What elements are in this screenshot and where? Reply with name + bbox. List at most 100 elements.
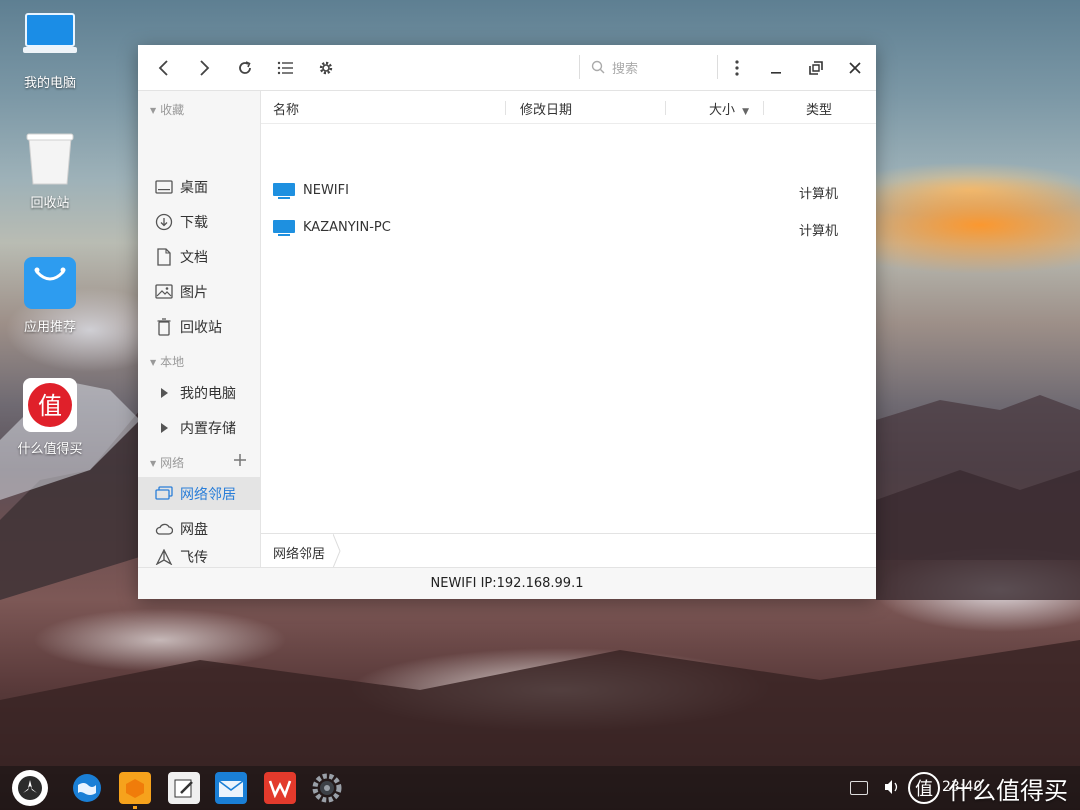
sidebar-item-label: 飞传 [180,550,208,566]
svg-text:值: 值 [915,779,933,800]
forward-button[interactable] [191,55,217,81]
column-header-type[interactable]: 类型 [806,99,832,118]
column-header-modified[interactable]: 修改日期 [520,99,572,118]
shopping-bag-icon [23,256,77,310]
notes-icon [174,779,193,798]
svg-text:值: 值 [38,392,62,420]
smzdm-logo-icon: 值 [23,378,77,432]
file-row[interactable]: NEWIFI 计算机 [261,175,876,207]
search-placeholder: 搜索 [612,62,639,77]
status-bar: NEWIFI IP:192.168.99.1 [138,567,876,599]
breadcrumb: 网络邻居 [261,533,876,568]
download-icon [154,212,174,232]
sidebar-item-label: 下载 [180,214,208,231]
computer-icon [23,12,77,66]
sidebar-item-network-neighborhood[interactable]: 网络邻居 [138,477,260,510]
column-header-name[interactable]: 名称 [273,99,299,118]
list-view-button[interactable] [272,55,298,81]
sidebar-item-label: 回收站 [180,319,222,336]
sidebar-item-downloads[interactable]: 下载 [138,205,260,238]
maximize-icon [809,61,823,75]
sidebar-section-local[interactable]: ▼ 本地 [150,353,184,370]
file-list: 名称 修改日期 大小 ▼ 类型 NEWIFI 计算机 KAZANYIN-PC 计… [261,91,876,533]
keyboard-icon[interactable] [850,781,868,795]
breadcrumb-separator-icon [333,534,341,568]
list-icon [277,61,293,75]
taskbar-browser[interactable] [71,772,103,804]
launcher-button[interactable] [12,770,48,806]
caret-right-icon [154,383,174,403]
sidebar-item-feichuan[interactable]: 飞传 [138,547,260,567]
column-header-size[interactable]: 大小 ▼ [709,99,749,118]
volume-icon[interactable] [884,779,900,799]
sidebar-item-documents[interactable]: 文档 [138,240,260,273]
desktop-icon-app-store[interactable]: 应用推荐 [5,256,95,335]
refresh-icon [239,61,251,74]
column-header-size-label: 大小 [709,103,736,118]
network-monitor-icon [154,484,174,504]
wps-icon [268,780,292,798]
gear-icon [319,61,333,75]
sort-desc-icon: ▼ [742,107,750,117]
chevron-left-icon [158,60,168,76]
desktop-icon-label: 回收站 [30,196,70,211]
taskbar-file-manager[interactable] [119,772,151,804]
sidebar-item-label: 我的电脑 [180,385,236,402]
desktop-icon-trash[interactable]: 回收站 [5,132,95,211]
desktop-icon-label: 什么值得买 [17,442,83,457]
sidebar-item-my-computer[interactable]: 我的电脑 [138,376,260,409]
sidebar-item-label: 网络邻居 [180,486,236,503]
section-label: 收藏 [160,103,185,117]
minimize-button[interactable] [763,55,789,81]
file-type: 计算机 [799,224,839,239]
taskbar-mail[interactable] [215,772,247,804]
smzdm-watermark: 值 什么值得买 [906,770,1080,806]
plus-icon [234,454,246,466]
sidebar-item-label: 图片 [180,284,208,301]
monitor-icon [273,183,295,199]
desktop-icon-my-computer[interactable]: 我的电脑 [5,12,95,91]
sidebar-section-network[interactable]: ▼ 网络 [150,454,184,471]
taskbar-notes[interactable] [168,772,200,804]
desktop-icon-smzdm[interactable]: 值 什么值得买 [5,378,95,457]
more-menu-button[interactable] [724,55,750,81]
caret-right-icon [154,418,174,438]
file-type: 计算机 [799,187,839,202]
refresh-button[interactable] [232,55,258,81]
launcher-icon [18,776,42,800]
desktop-icon-label: 我的电脑 [23,76,76,91]
browser-icon [73,774,101,802]
settings-icon [312,773,342,803]
section-label: 本地 [160,355,185,369]
desktop-icon [154,177,174,197]
sidebar-item-pictures[interactable]: 图片 [138,275,260,308]
minimize-icon [771,72,781,74]
section-label: 网络 [160,456,185,470]
maximize-button[interactable] [803,55,829,81]
sidebar-item-internal-storage[interactable]: 内置存储 [138,411,260,444]
sidebar-item-label: 文档 [180,249,208,266]
search-icon [591,60,605,74]
breadcrumb-item[interactable]: 网络邻居 [273,543,325,562]
trash-icon [23,132,77,186]
search-input[interactable]: 搜索 [579,55,718,79]
mail-icon [218,780,244,797]
file-manager-icon [126,779,144,798]
settings-button[interactable] [313,55,339,81]
smzdm-watermark-logo-icon: 值 [908,772,940,804]
sidebar-item-recycle-bin[interactable]: 回收站 [138,310,260,343]
sidebar-item-desktop[interactable]: 桌面 [138,170,260,203]
taskbar-settings[interactable] [311,772,343,804]
cloud-icon [154,519,174,539]
file-row[interactable]: KAZANYIN-PC 计算机 [261,212,876,244]
running-indicator [133,806,137,809]
file-name: KAZANYIN-PC [303,220,391,235]
sidebar-section-favorites[interactable]: ▼ 收藏 [150,101,184,118]
close-button[interactable] [842,55,868,81]
sidebar-item-cloud-drive[interactable]: 网盘 [138,512,260,545]
taskbar-wps[interactable] [264,772,296,804]
document-icon [154,247,174,267]
more-vertical-icon [735,60,739,76]
add-network-button[interactable] [234,451,250,467]
back-button[interactable] [151,55,177,81]
